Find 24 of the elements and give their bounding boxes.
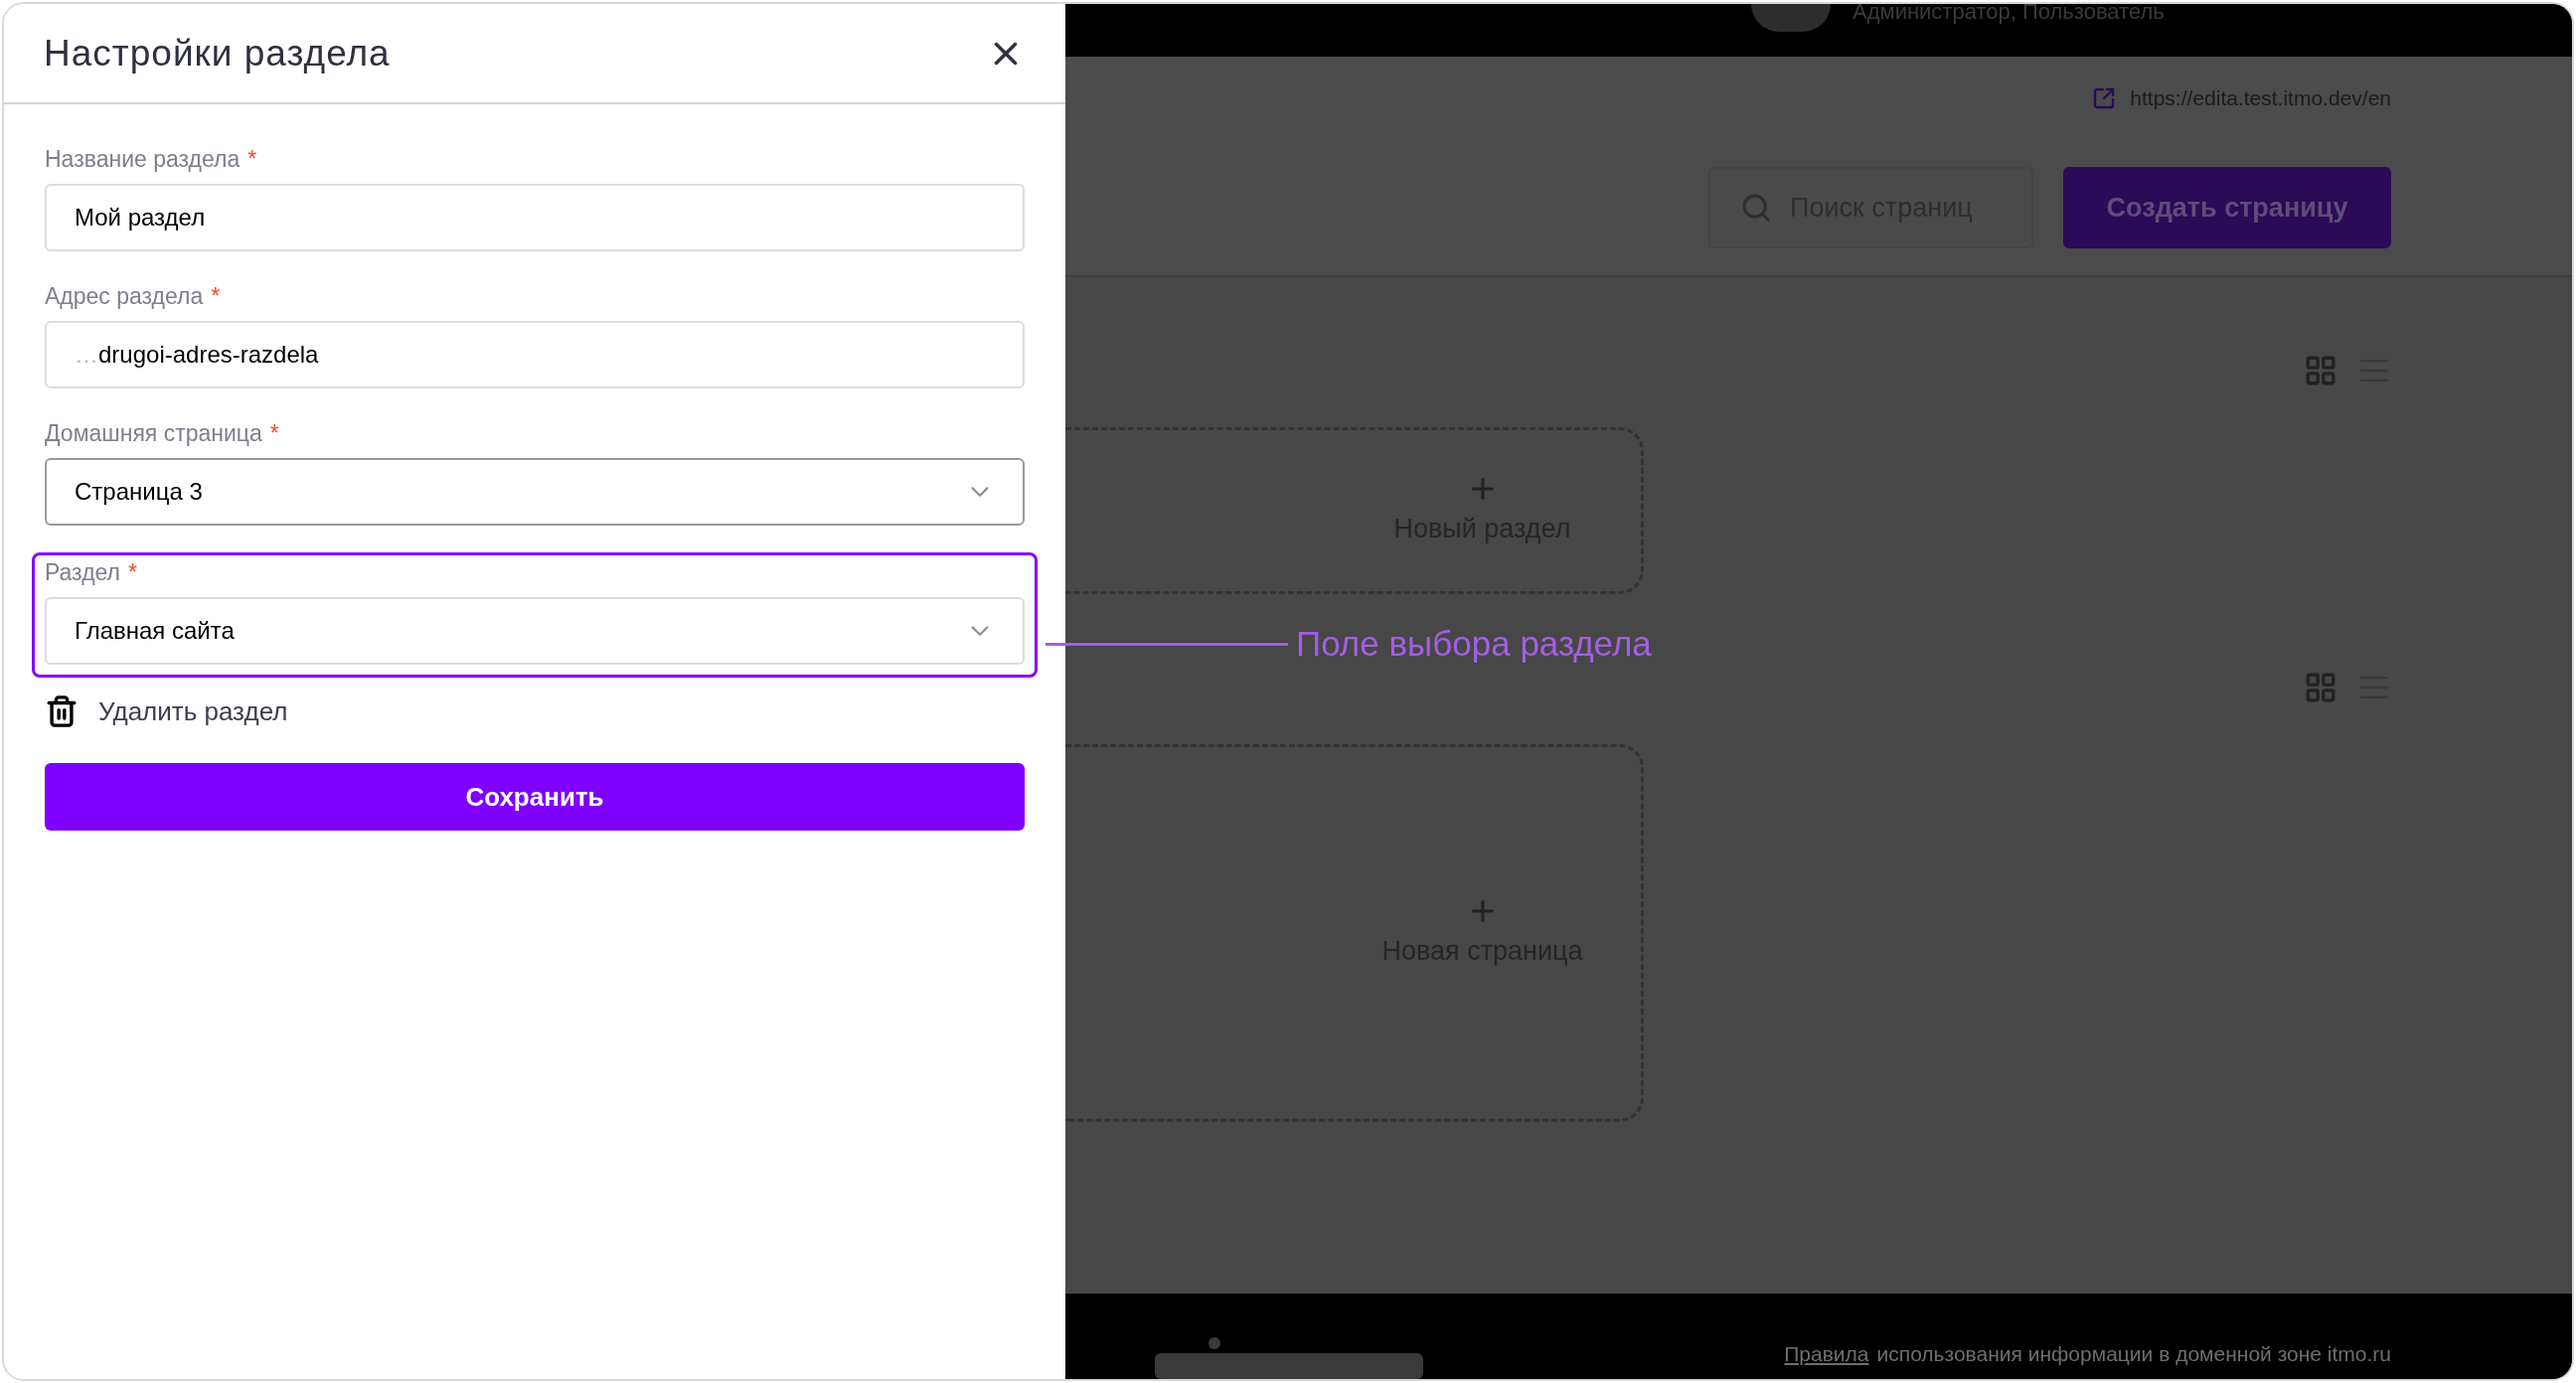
panel-title: Настройки раздела (44, 31, 391, 76)
required-mark: * (211, 282, 221, 311)
footer-text: использования информации в доменной зоне itmo.ru (1876, 1340, 2391, 1367)
input-field[interactable]: …drugoi-adres-razdela (45, 321, 1025, 388)
field-label: Домашняя страница (45, 419, 262, 448)
select-field[interactable]: Страница 3 (45, 458, 1025, 526)
rules-link[interactable]: Правила (1784, 1337, 1869, 1369)
search-icon (1740, 192, 1772, 224)
delete-section-link[interactable]: Удалить раздел (45, 692, 288, 731)
external-link-icon (2092, 85, 2117, 110)
select-field[interactable]: Главная сайта (45, 597, 1025, 665)
required-mark: * (128, 558, 137, 587)
grid-view-icon[interactable] (2304, 354, 2337, 387)
required-mark: * (269, 419, 279, 448)
field-label: Название раздела (45, 145, 241, 174)
field-label: Адрес раздела (45, 282, 204, 311)
grid-view-icon[interactable] (2304, 671, 2337, 704)
trash-icon (45, 694, 79, 728)
field-label: Раздел (45, 558, 121, 587)
save-button[interactable]: Сохранить (45, 763, 1025, 831)
logo-icon (1155, 1337, 1423, 1379)
required-mark: * (247, 145, 257, 174)
input-field[interactable]: Мой раздел (45, 184, 1025, 251)
annotation-label: Поле выбора раздела (1296, 623, 1652, 665)
